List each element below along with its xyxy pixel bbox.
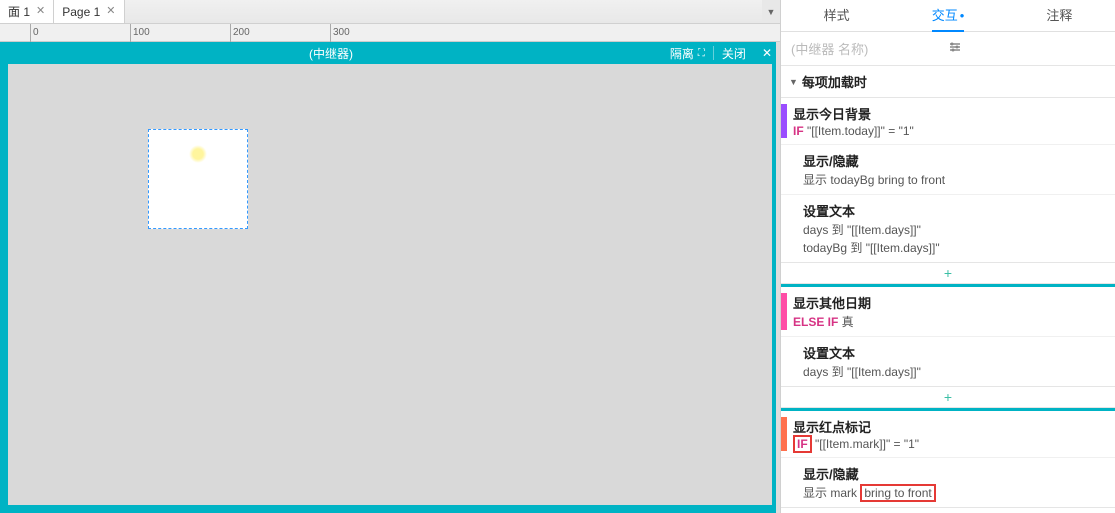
settings-icon[interactable]: [948, 40, 1105, 57]
repeater-title: (中继器): [0, 45, 662, 62]
tab-label: 面 1: [8, 3, 30, 20]
widget-name-placeholder[interactable]: (中继器 名称): [791, 39, 948, 58]
interactions-list: 显示今日背景 IF "[[Item.today]]" = "1" 显示/隐藏 显…: [781, 98, 1115, 513]
inspector-panel: 样式 交互• 注释 (中继器 名称) ▼ 每项加载时 显示今日背景 IF "[[…: [780, 0, 1115, 513]
case-block[interactable]: 显示今日背景 IF "[[Item.today]]" = "1" 显示/隐藏 显…: [781, 98, 1115, 263]
tab-interactions[interactable]: 交互•: [892, 0, 1003, 31]
scrollbar[interactable]: [776, 42, 780, 513]
widget-name-row: (中继器 名称): [781, 32, 1115, 66]
close-icon[interactable]: ✕: [36, 6, 45, 17]
page-tab-2[interactable]: Page 1 ✕: [54, 0, 124, 23]
highlight-dot: [189, 145, 207, 163]
tabs-fill: [125, 0, 763, 23]
page-tab-1[interactable]: 面 1 ✕: [0, 0, 54, 23]
tab-label: Page 1: [62, 5, 100, 19]
case-block[interactable]: 显示其他日期 ELSE IF 真 设置文本 days 到 "[[Item.day…: [781, 287, 1115, 387]
tabs-overflow-icon[interactable]: ▼: [762, 0, 780, 23]
action-block[interactable]: 设置文本 days 到 "[[Item.days]]": [781, 336, 1115, 386]
isolate-button[interactable]: 隔离 ⛶: [662, 42, 713, 64]
action-block[interactable]: 显示/隐藏 显示 mark bring to front: [781, 457, 1115, 507]
close-icon[interactable]: ✕: [106, 6, 115, 17]
case-block[interactable]: 显示红点标记 IF "[[Item.mark]]" = "1" 显示/隐藏 显示…: [781, 411, 1115, 508]
page-tabs-bar: 面 1 ✕ Page 1 ✕ ▼: [0, 0, 780, 24]
close-button[interactable]: 关闭: [714, 42, 754, 64]
event-header[interactable]: ▼ 每项加载时: [781, 66, 1115, 98]
add-action-button[interactable]: +: [781, 263, 1115, 284]
action-block[interactable]: 设置文本 days 到 "[[Item.days]]" todayBg 到 "[…: [781, 194, 1115, 262]
selected-shape[interactable]: [148, 129, 248, 229]
canvas[interactable]: [0, 64, 780, 513]
add-action-button[interactable]: +: [781, 387, 1115, 408]
tab-style[interactable]: 样式: [781, 0, 892, 31]
highlighted-text: bring to front: [860, 484, 935, 502]
inspector-tabs: 样式 交互• 注释: [781, 0, 1115, 32]
case-color-bar: [781, 104, 787, 138]
case-color-bar: [781, 293, 787, 330]
focus-icon: ⛶: [698, 48, 705, 59]
action-block[interactable]: 显示/隐藏 显示 todayBg bring to front: [781, 144, 1115, 194]
case-color-bar: [781, 417, 787, 451]
tab-notes[interactable]: 注释: [1004, 0, 1115, 31]
chevron-down-icon: ▼: [789, 77, 798, 87]
repeater-edit-bar: (中继器) 隔离 ⛶ 关闭 ✕: [0, 42, 780, 64]
ruler: 0 100 200 300: [0, 24, 780, 42]
